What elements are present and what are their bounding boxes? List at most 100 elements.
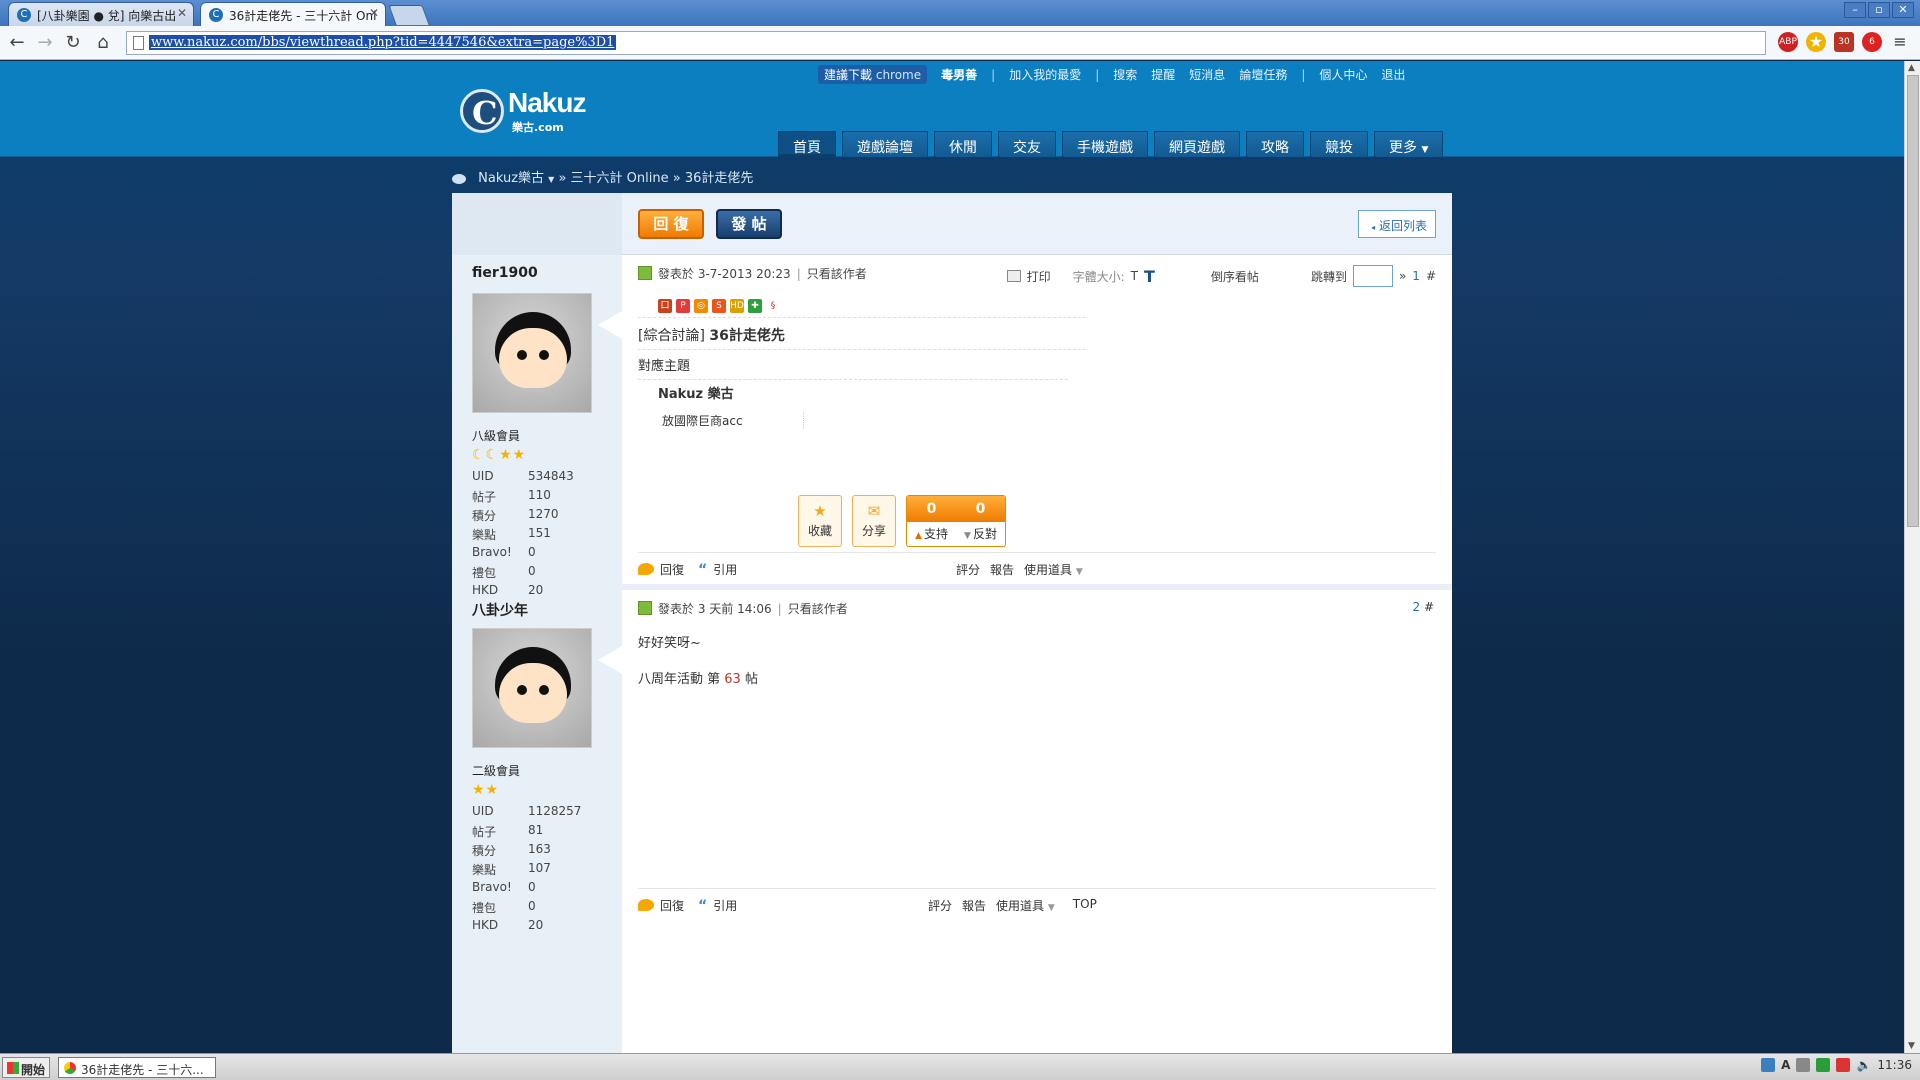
close-window-button[interactable]: ✕: [1892, 2, 1914, 18]
tab-close-icon[interactable]: ✕: [369, 6, 379, 20]
nav-home[interactable]: 首頁: [778, 131, 836, 157]
floor-number[interactable]: 1: [1412, 269, 1420, 283]
logout-link[interactable]: 退出: [1381, 66, 1405, 83]
back-to-list-button[interactable]: ◂ 返回列表: [1358, 210, 1436, 238]
nakuz-favicon-icon: C: [209, 8, 223, 22]
bookmark-star-icon[interactable]: ★: [1806, 32, 1826, 52]
volume-icon[interactable]: 🔈: [1856, 1058, 1871, 1072]
profile-link[interactable]: 個人中心: [1319, 66, 1367, 83]
jump-floor-input[interactable]: [1352, 265, 1393, 287]
tray-icon[interactable]: [1761, 1058, 1776, 1072]
back-icon[interactable]: ←: [6, 32, 28, 54]
divider: [638, 317, 1086, 318]
only-author-link[interactable]: 只看該作者: [807, 267, 867, 281]
new-post-button[interactable]: 發 帖: [716, 209, 782, 239]
search-link[interactable]: 搜索: [1113, 66, 1137, 83]
avatar[interactable]: [472, 628, 592, 748]
nav-leisure[interactable]: 休閒: [934, 131, 992, 157]
ime-icon[interactable]: A: [1781, 1058, 1790, 1072]
report-link[interactable]: 報告: [990, 561, 1014, 578]
vote-buttons: 支持 反對: [907, 522, 1005, 546]
use-tools-link[interactable]: 使用道具 ▼: [1024, 561, 1083, 578]
site-topbar: 建議下載 chrome 毒男善 | 加入我的最愛 | 搜索 提醒 短消息 論壇任…: [818, 65, 1405, 84]
start-button[interactable]: 開始: [2, 1057, 50, 1078]
chevron-down-icon[interactable]: ▼: [548, 175, 554, 184]
nav-guides[interactable]: 攻略: [1246, 131, 1304, 157]
breadcrumb-root[interactable]: Nakuz樂古: [478, 171, 544, 186]
notice-link[interactable]: 提醒: [1151, 66, 1175, 83]
reply-link[interactable]: 回復: [638, 897, 684, 914]
oppose-button[interactable]: 反對: [956, 522, 1005, 546]
username-link[interactable]: 毒男善: [941, 66, 977, 83]
taskbar-item-chrome[interactable]: 36計走佬先 - 三十六...: [58, 1057, 216, 1078]
address-bar[interactable]: www.nakuz.com/bbs/viewthread.php?tid=444…: [126, 31, 1766, 55]
only-author-link[interactable]: 只看該作者: [788, 602, 848, 616]
tray-icon[interactable]: [1836, 1058, 1851, 1072]
jump-go-button[interactable]: »: [1399, 269, 1406, 283]
browser-tab-active[interactable]: C 36計走佬先 - 三十六計 Onl ✕: [200, 2, 386, 26]
top-link[interactable]: TOP: [1073, 897, 1097, 914]
tray-icon[interactable]: [1816, 1058, 1831, 1072]
nav-social[interactable]: 交友: [998, 131, 1056, 157]
add-favorite-link[interactable]: 加入我的最愛: [1009, 66, 1081, 83]
nav-mobile-games[interactable]: 手機遊戲: [1062, 131, 1148, 157]
use-tools-link[interactable]: 使用道具 ▼: [996, 897, 1055, 914]
floor-number[interactable]: 2 #: [1412, 600, 1434, 614]
support-button[interactable]: 支持: [907, 522, 956, 546]
quote-link[interactable]: “ 引用: [698, 897, 737, 914]
avatar[interactable]: [472, 293, 592, 413]
nav-game-forum[interactable]: 遊戲論壇: [842, 131, 928, 157]
author-name[interactable]: 八卦少年: [472, 600, 528, 620]
extension-icon[interactable]: 6: [1862, 32, 1882, 52]
new-tab-button[interactable]: [388, 5, 430, 25]
share-button[interactable]: ✉ 分享: [852, 495, 896, 547]
quote-link[interactable]: “ 引用: [698, 561, 737, 578]
reverse-order-link[interactable]: 倒序看帖: [1211, 268, 1259, 285]
nav-auction[interactable]: 競投: [1310, 131, 1368, 157]
reply-icon: [638, 899, 654, 911]
nav-more[interactable]: 更多 ▼: [1374, 131, 1444, 157]
scroll-up-icon[interactable]: ▲: [1908, 63, 1915, 73]
chrome-download-link[interactable]: 建議下載 chrome: [818, 65, 928, 84]
scroll-down-icon[interactable]: ▼: [1908, 1041, 1915, 1051]
report-link[interactable]: 報告: [962, 897, 986, 914]
minimize-button[interactable]: –: [1844, 2, 1866, 18]
rate-link[interactable]: 評分: [956, 561, 980, 578]
font-large-button[interactable]: T: [1144, 267, 1155, 286]
restore-button[interactable]: ▫: [1868, 2, 1890, 18]
messages-link[interactable]: 短消息: [1189, 66, 1225, 83]
author-name[interactable]: fier1900: [472, 265, 538, 281]
stat-value: 107: [528, 861, 551, 875]
divider: [638, 379, 1068, 380]
favorite-button[interactable]: ★ 收藏: [798, 495, 842, 547]
breadcrumb-path[interactable]: » 三十六計 Online » 36計走佬先: [558, 171, 753, 186]
print-link[interactable]: 打印: [1027, 268, 1051, 285]
menu-icon[interactable]: ≡: [1890, 32, 1910, 52]
rate-link[interactable]: 評分: [928, 897, 952, 914]
adblock-icon[interactable]: ABP: [1778, 32, 1798, 52]
extension-icon[interactable]: 30: [1834, 32, 1854, 52]
medal-icon: P: [676, 299, 690, 313]
nav-web-games[interactable]: 網頁遊戲: [1154, 131, 1240, 157]
post-2: 八卦少年 二級會員 ★★ UID 1128257 帖子 81 積分 163 樂點 107…: [452, 590, 1452, 1053]
reply-link[interactable]: 回復: [638, 561, 684, 578]
tab-close-icon[interactable]: ✕: [177, 6, 187, 20]
clock[interactable]: 11:36: [1877, 1058, 1912, 1072]
scrollbar-thumb[interactable]: [1907, 75, 1919, 527]
print-icon[interactable]: [1006, 270, 1021, 282]
avatar-face: [499, 663, 567, 723]
event-prefix: 八周年活動 第: [638, 672, 721, 687]
forward-icon[interactable]: →: [34, 32, 56, 54]
site-logo[interactable]: Nakuz 樂古.com: [460, 87, 600, 137]
post-category[interactable]: [綜合討論]: [638, 328, 705, 344]
page-scrollbar[interactable]: ▲ ▼: [1904, 61, 1920, 1053]
font-small-button[interactable]: T: [1131, 269, 1138, 283]
stat-value: 0: [528, 899, 536, 913]
tasks-link[interactable]: 論壇任務: [1239, 66, 1287, 83]
home-icon[interactable]: ⌂: [92, 32, 114, 54]
tray-icon[interactable]: [1796, 1058, 1811, 1072]
medal-icon: ◎: [694, 299, 708, 313]
reply-button[interactable]: 回 復: [638, 209, 704, 239]
reload-icon[interactable]: ↻: [62, 32, 84, 54]
browser-tab[interactable]: C [八卦樂園 ● 兌] 向樂古出 ✕: [8, 2, 194, 26]
